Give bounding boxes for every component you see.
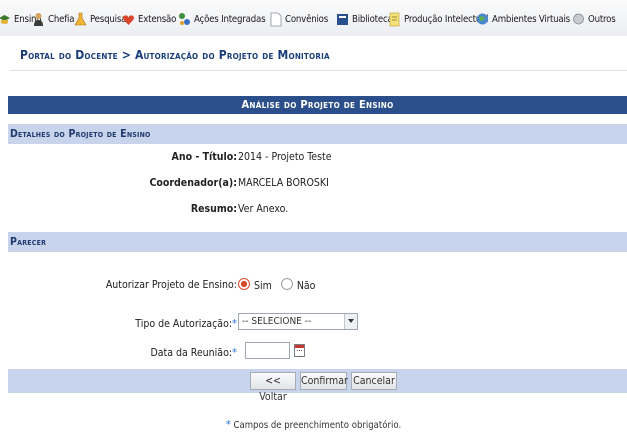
ano-titulo-value: 2014 - Projeto Teste bbox=[238, 151, 332, 163]
menu-chefia[interactable]: Chefia bbox=[32, 10, 75, 28]
radio-sim-label: Sim bbox=[254, 280, 272, 292]
section-parecer-heading: Parecer bbox=[8, 232, 627, 252]
form-actions-bar: << Voltar Confirmar Cancelar bbox=[8, 369, 627, 403]
menu-biblioteca[interactable]: Biblioteca bbox=[336, 10, 393, 28]
chevron-down-icon bbox=[344, 314, 357, 329]
menu-acoes-integradas[interactable]: Ações Integradas bbox=[178, 10, 266, 28]
flask-icon bbox=[74, 12, 87, 25]
resumo-label: Resumo: bbox=[190, 203, 237, 215]
ano-titulo-label: Ano - Título: bbox=[171, 151, 237, 163]
graduation-icon bbox=[0, 14, 10, 24]
misc-icon bbox=[573, 13, 584, 24]
menu-pesquisa[interactable]: Pesquisa bbox=[74, 10, 126, 28]
breadcrumb: Portal do Docente > Autorização do Proje… bbox=[20, 48, 330, 62]
cancelar-button[interactable]: Cancelar bbox=[351, 372, 397, 390]
required-marker: * bbox=[232, 346, 237, 359]
menu-extensao[interactable]: Extensão bbox=[122, 10, 176, 28]
data-reuniao-input[interactable] bbox=[245, 342, 290, 359]
voltar-button[interactable]: << Voltar bbox=[250, 372, 296, 403]
radio-nao[interactable] bbox=[280, 278, 293, 290]
autorizar-options: Sim Não bbox=[238, 278, 315, 292]
resumo-value: Ver Anexo. bbox=[238, 203, 289, 215]
coordenador-label: Coordenador(a): bbox=[149, 177, 237, 189]
required-marker: * bbox=[232, 317, 237, 330]
data-reuniao-label: Data da Reunião:* bbox=[150, 346, 237, 359]
row-autorizar: Autorizar Projeto de Ensino: Sim Não bbox=[8, 272, 627, 298]
row-resumo: Resumo: Ver Anexo. bbox=[8, 196, 627, 222]
required-fields-note: * Campos de preenchimento obrigatório. bbox=[225, 418, 402, 431]
document-icon bbox=[270, 12, 282, 26]
row-data-reuniao: Data da Reunião:* bbox=[8, 339, 627, 365]
tipo-label: Tipo de Autorização:* bbox=[135, 317, 237, 330]
notepad-icon bbox=[389, 12, 400, 26]
heart-icon bbox=[123, 14, 134, 25]
radio-nao-label: Não bbox=[296, 280, 316, 292]
row-ano-titulo: Ano - Título: 2014 - Projeto Teste bbox=[8, 144, 627, 170]
menu-producao-intelectual[interactable]: Produção Intelectual bbox=[388, 10, 489, 28]
confirmar-button[interactable]: Confirmar bbox=[300, 372, 348, 390]
row-tipo-autorizacao: Tipo de Autorização:* -- SELECIONE -- bbox=[8, 310, 627, 336]
breadcrumb-divider bbox=[10, 70, 627, 71]
menu-convenios[interactable]: Convênios bbox=[269, 10, 328, 28]
tipo-autorizacao-select[interactable]: -- SELECIONE -- bbox=[238, 313, 358, 330]
section-details-heading: Detalhes do Projeto de Ensino bbox=[8, 124, 627, 144]
row-coordenador: Coordenador(a): MARCELA BOROSKI bbox=[8, 170, 627, 196]
book-icon bbox=[337, 13, 348, 25]
globe-icon bbox=[477, 13, 488, 24]
network-icon bbox=[179, 12, 190, 25]
person-icon bbox=[34, 12, 43, 26]
menu-ambientes-virtuais[interactable]: Ambientes Virtuais bbox=[476, 10, 570, 28]
menu-outros[interactable]: Outros bbox=[572, 10, 616, 28]
autorizar-label: Autorizar Projeto de Ensino: bbox=[105, 279, 237, 291]
panel-title: Análise do Projeto de Ensino bbox=[8, 96, 627, 114]
coordenador-value: MARCELA BOROSKI bbox=[238, 177, 329, 189]
calendar-icon[interactable] bbox=[294, 344, 305, 357]
radio-sim[interactable] bbox=[238, 278, 250, 290]
